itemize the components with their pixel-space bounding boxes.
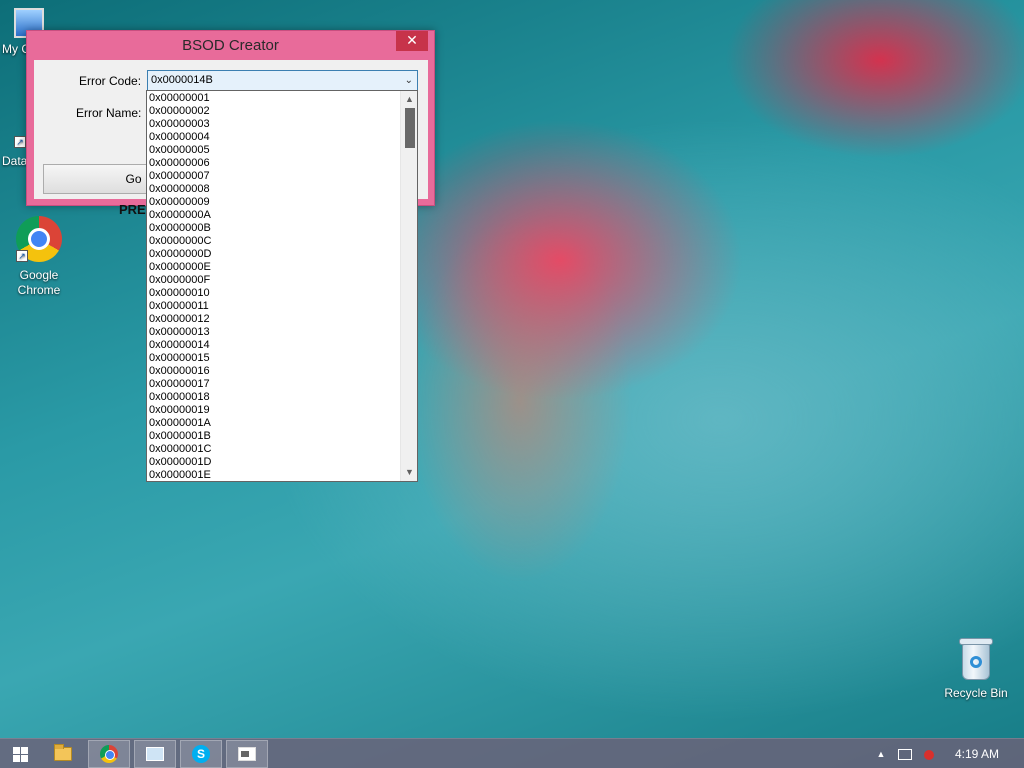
dropdown-option[interactable]: 0x00000003 [147, 118, 401, 131]
scroll-thumb[interactable] [405, 108, 415, 148]
shortcut-arrow-icon: ↗ [14, 136, 26, 148]
show-hidden-icons-icon[interactable]: ▲ [874, 739, 888, 768]
error-name-label: Error Name: [76, 106, 142, 120]
dropdown-option[interactable]: 0x0000000D [147, 248, 401, 261]
dropdown-option[interactable]: 0x00000016 [147, 365, 401, 378]
windows-logo-icon [12, 746, 28, 762]
desktop-icon-label: Recycle Bin [944, 686, 1008, 700]
dropdown-option[interactable]: 0x0000001A [147, 417, 401, 430]
taskbar-chrome[interactable] [88, 740, 130, 768]
skype-icon: S [192, 745, 210, 763]
go-button-label: Go [125, 172, 142, 186]
network-icon[interactable] [896, 739, 914, 768]
recycle-bin-icon [959, 638, 993, 680]
shortcut-arrow-icon: ↗ [16, 250, 28, 262]
network-app-icon [146, 747, 164, 761]
error-code-value: 0x0000014B [151, 74, 213, 86]
dropdown-option[interactable]: 0x00000009 [147, 196, 401, 209]
dropdown-option[interactable]: 0x0000000B [147, 222, 401, 235]
scroll-up-icon[interactable]: ▲ [401, 91, 417, 108]
dropdown-option[interactable]: 0x00000001 [147, 92, 401, 105]
dropdown-option[interactable]: 0x00000018 [147, 391, 401, 404]
start-button[interactable] [0, 740, 40, 768]
window-titlebar[interactable]: BSOD Creator ✕ [27, 31, 434, 60]
dropdown-option[interactable]: 0x0000000F [147, 274, 401, 287]
close-icon: ✕ [406, 32, 418, 48]
error-code-dropdown-list[interactable]: 0x00000001 0x00000002 0x00000003 0x00000004… [146, 90, 418, 482]
dropdown-option[interactable]: 0x00000017 [147, 378, 401, 391]
dropdown-option[interactable]: 0x00000013 [147, 326, 401, 339]
dropdown-option[interactable]: 0x00000006 [147, 157, 401, 170]
dropdown-option[interactable]: 0x00000015 [147, 352, 401, 365]
dropdown-option[interactable]: 0x0000000E [147, 261, 401, 274]
taskbar-file-explorer[interactable] [42, 740, 84, 768]
dropdown-option[interactable]: 0x0000001B [147, 430, 401, 443]
dropdown-option[interactable]: 0x00000010 [147, 287, 401, 300]
chevron-down-icon[interactable]: ⌄ [405, 71, 413, 90]
scroll-down-icon[interactable]: ▼ [401, 464, 417, 481]
taskbar-skype[interactable]: S [180, 740, 222, 768]
chrome-icon [100, 745, 118, 763]
error-code-label: Error Code: [79, 74, 142, 88]
window-title: BSOD Creator [182, 37, 279, 54]
error-code-combobox[interactable]: 0x0000014B ⌄ [147, 70, 418, 91]
taskbar-bsod-creator[interactable] [226, 740, 268, 768]
desktop-icon-google-chrome[interactable]: ↗ Google Chrome [2, 216, 76, 298]
dropdown-option[interactable]: 0x00000008 [147, 183, 401, 196]
dropdown-items: 0x00000001 0x00000002 0x00000003 0x00000004… [147, 92, 401, 481]
desktop-icon-recycle-bin[interactable]: Recycle Bin [938, 638, 1014, 701]
dropdown-option[interactable]: 0x00000011 [147, 300, 401, 313]
app-window-icon [238, 747, 256, 761]
desktop-icon-label: Data [2, 154, 28, 168]
dropdown-option[interactable]: 0x00000007 [147, 170, 401, 183]
folder-icon [54, 744, 72, 761]
dropdown-scrollbar[interactable]: ▲ ▼ [400, 91, 417, 481]
system-tray: ▲ 4:19 AM [864, 739, 1024, 768]
clock[interactable]: 4:19 AM [946, 739, 1008, 768]
dropdown-option[interactable]: 0x00000014 [147, 339, 401, 352]
dropdown-option[interactable]: 0x0000001D [147, 456, 401, 469]
dropdown-option[interactable]: 0x0000000A [147, 209, 401, 222]
dropdown-option[interactable]: 0x00000005 [147, 144, 401, 157]
dropdown-option[interactable]: 0x0000001E [147, 469, 401, 481]
taskbar-network-app[interactable] [134, 740, 176, 768]
taskbar: S ▲ 4:19 AM [0, 738, 1024, 768]
dropdown-option[interactable]: 0x0000000C [147, 235, 401, 248]
dropdown-option[interactable]: 0x00000019 [147, 404, 401, 417]
dropdown-option[interactable]: 0x00000004 [147, 131, 401, 144]
close-button[interactable]: ✕ [396, 31, 428, 51]
volume-muted-icon[interactable] [920, 739, 938, 768]
dropdown-option[interactable]: 0x0000001C [147, 443, 401, 456]
dropdown-option[interactable]: 0x00000002 [147, 105, 401, 118]
desktop-icon-label: Google Chrome [17, 268, 61, 297]
dropdown-option[interactable]: 0x00000012 [147, 313, 401, 326]
